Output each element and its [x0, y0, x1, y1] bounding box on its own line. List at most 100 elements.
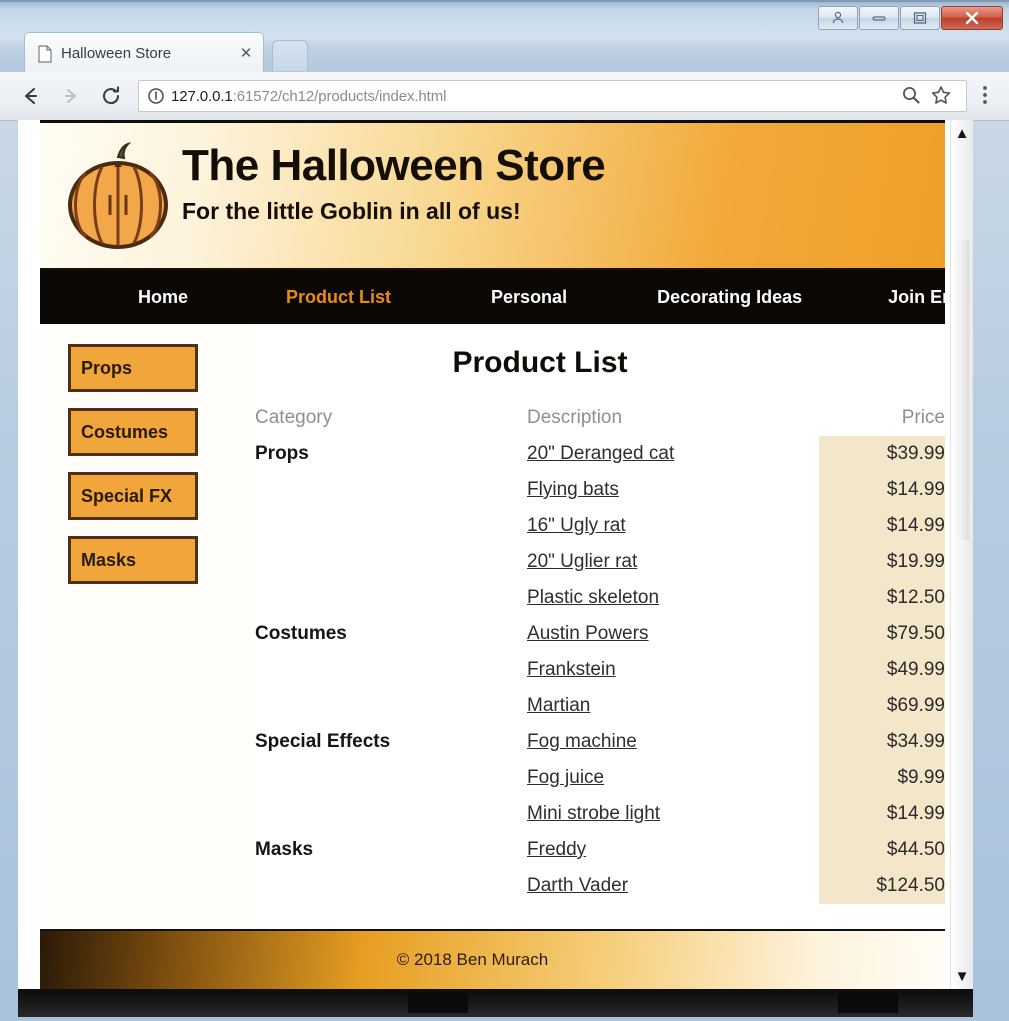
cell-description: Martian [527, 688, 819, 724]
pumpkin-icon [62, 137, 174, 255]
table-row: Props 20" Deranged cat $39.99 [255, 436, 945, 472]
tab-halloween-store[interactable]: Halloween Store ✕ [24, 32, 264, 74]
product-link[interactable]: 16" Ugly rat [527, 515, 626, 536]
category-sidebar: Props Costumes Special FX Masks [40, 324, 255, 929]
table-row: 16" Ugly rat $14.99 [255, 508, 945, 544]
table-row: Martian $69.99 [255, 688, 945, 724]
scroll-down-arrow-icon[interactable]: ▼ [953, 967, 971, 985]
nav-item-decorating-ideas[interactable]: Decorating Ideas [647, 281, 812, 314]
back-arrow-icon[interactable] [14, 79, 48, 113]
product-link[interactable]: Mini strobe light [527, 803, 660, 824]
sidebar-button-special-fx[interactable]: Special FX [68, 472, 198, 520]
table-row: Frankstein $49.99 [255, 652, 945, 688]
maximize-icon[interactable] [900, 6, 940, 30]
column-header-description: Description [527, 407, 623, 428]
new-tab-icon[interactable] [272, 40, 308, 71]
cell-description: Mini strobe light [527, 796, 819, 832]
sidebar-button-props[interactable]: Props [68, 344, 198, 392]
user-account-icon[interactable] [818, 6, 858, 30]
three-dot-menu-icon[interactable] [973, 83, 999, 109]
minimize-icon[interactable] [859, 6, 899, 30]
product-link[interactable]: Flying bats [527, 479, 619, 500]
cell-description: Austin Powers [527, 616, 819, 652]
table-row: Plastic skeleton $12.50 [255, 580, 945, 616]
cell-description: 20" Uglier rat [527, 544, 819, 580]
cell-price: $9.99 [818, 760, 945, 796]
nav-item-join-email[interactable]: Join Email [878, 281, 945, 314]
tab-title: Halloween Store [61, 45, 172, 62]
url-host: 127.0.0.1 [171, 87, 233, 105]
cell-description: Fog machine [527, 724, 819, 760]
sidebar-button-masks[interactable]: Masks [68, 536, 198, 584]
browser-window: Halloween Store ✕ 127.0.0.1:61572/ch12/p… [0, 0, 1009, 1021]
product-link[interactable]: 20" Deranged cat [527, 443, 674, 464]
cell-price: $39.99 [818, 436, 945, 472]
site-tagline: For the little Goblin in all of us! [182, 198, 521, 224]
cell-description: 20" Deranged cat [527, 436, 819, 472]
cell-category [255, 652, 527, 688]
product-link[interactable]: Fog machine [527, 731, 637, 752]
site-banner: The Halloween Store For the little Gobli… [40, 123, 945, 270]
page-title: Product List [452, 346, 628, 379]
cell-category [255, 508, 527, 544]
product-link[interactable]: Martian [527, 695, 590, 716]
search-icon[interactable] [900, 84, 924, 108]
table-row: Mini strobe light $14.99 [255, 796, 945, 832]
window-titlebar: Halloween Store ✕ [0, 0, 1009, 74]
page-icon [37, 44, 53, 63]
table-row: Darth Vader $124.50 [255, 868, 945, 904]
cell-description: Fog juice [527, 760, 819, 796]
table-header-row: Category Description Price [255, 400, 945, 436]
cell-price: $49.99 [818, 652, 945, 688]
cell-category: Props [255, 443, 309, 464]
site-navigation: Home Product List Personal Decorating Id… [40, 270, 945, 324]
table-row: Flying bats $14.99 [255, 472, 945, 508]
cell-category: Special Effects [255, 731, 391, 752]
window-close-icon[interactable] [941, 6, 1003, 30]
site-heading: The Halloween Store [182, 141, 606, 190]
table-row: Special Effects Fog machine $34.99 [255, 724, 945, 760]
nav-item-home[interactable]: Home [128, 281, 198, 314]
scrollbar-thumb[interactable] [954, 240, 969, 540]
cell-category: Costumes [255, 623, 347, 644]
cell-category [255, 760, 527, 796]
product-link[interactable]: Plastic skeleton [527, 587, 659, 608]
scroll-up-arrow-icon[interactable]: ▲ [953, 124, 971, 142]
product-link[interactable]: Frankstein [527, 659, 616, 680]
cell-category: Masks [255, 839, 314, 860]
cell-category [255, 472, 527, 508]
cell-price: $14.99 [818, 796, 945, 832]
cell-price: $34.99 [818, 724, 945, 760]
cell-description: Frankstein [527, 652, 819, 688]
forward-arrow-icon [54, 79, 88, 113]
address-bar[interactable]: 127.0.0.1:61572/ch12/products/index.html [138, 80, 967, 112]
product-link[interactable]: Freddy [527, 839, 586, 860]
footer-copyright: © 2018 Ben Murach [396, 950, 549, 969]
table-row: Masks Freddy $44.50 [255, 832, 945, 868]
table-row: Fog juice $9.99 [255, 760, 945, 796]
url-path: :61572/ch12/products/index.html [232, 87, 447, 105]
page-scrollbar[interactable]: ▲ ▼ [950, 120, 973, 989]
star-icon[interactable] [930, 84, 954, 108]
cell-category [255, 580, 527, 616]
page-viewport: The Halloween Store For the little Gobli… [18, 120, 973, 989]
cell-category [255, 796, 527, 832]
cell-description: Darth Vader [527, 868, 819, 904]
cell-category [255, 688, 527, 724]
url-text: 127.0.0.1:61572/ch12/products/index.html [171, 88, 900, 105]
tab-close-icon[interactable]: ✕ [237, 45, 255, 63]
product-link[interactable]: 20" Uglier rat [527, 551, 637, 572]
cell-price: $12.50 [818, 580, 945, 616]
nav-item-product-list[interactable]: Product List [276, 281, 401, 314]
product-link[interactable]: Darth Vader [527, 875, 628, 896]
table-row: 20" Uglier rat $19.99 [255, 544, 945, 580]
site-footer: © 2018 Ben Murach [40, 929, 945, 989]
nav-item-personal[interactable]: Personal [481, 281, 577, 314]
sidebar-button-costumes[interactable]: Costumes [68, 408, 198, 456]
info-circle-icon[interactable] [147, 87, 165, 105]
halloween-store-site: The Halloween Store For the little Gobli… [40, 120, 945, 989]
main-column: Product List Category Description Price … [255, 324, 945, 929]
product-link[interactable]: Austin Powers [527, 623, 648, 644]
reload-icon[interactable] [94, 79, 128, 113]
product-link[interactable]: Fog juice [527, 767, 604, 788]
